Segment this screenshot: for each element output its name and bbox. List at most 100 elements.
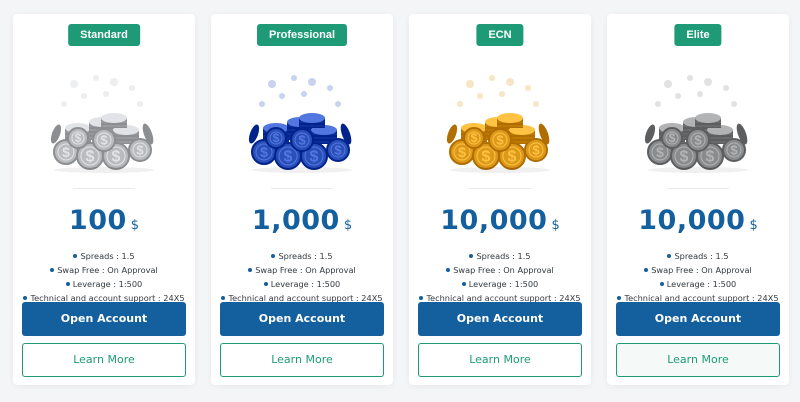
learn-more-button[interactable]: Learn More [616, 343, 780, 377]
price-currency: $ [130, 218, 140, 233]
feature-item: Leverage : 1:500 [607, 277, 789, 291]
coin-stack-icon: $ $ $ $ $ $ [242, 70, 362, 180]
coin-stack-icon: $ $ $ $ $ $ [44, 70, 164, 180]
feature-item: Leverage : 1:500 [211, 277, 393, 291]
price-amount: 100 [68, 205, 127, 236]
plan-badge: Professional [256, 24, 348, 46]
open-account-button[interactable]: Open Account [22, 302, 186, 336]
plan-badge: ECN [476, 24, 524, 46]
learn-more-button[interactable]: Learn More [418, 343, 582, 377]
feature-text: Spreads : 1.5 [278, 251, 333, 261]
svg-text:$: $ [62, 144, 70, 160]
plan-card-elite: Elite $ $ $ $ $ $ 10,000 $ Spreads : 1.5 Swap … [607, 14, 789, 385]
svg-text:$: $ [284, 148, 293, 165]
bullet-dot-icon [23, 296, 28, 300]
feature-list: Spreads : 1.5 Swap Free : On Approval Le… [13, 249, 195, 305]
plan-badge: Standard [68, 24, 140, 46]
bullet-dot-icon [248, 268, 253, 272]
svg-text:$: $ [508, 148, 517, 165]
svg-text:$: $ [112, 148, 121, 165]
svg-text:$: $ [273, 131, 280, 145]
feature-item: Swap Free : On Approval [13, 263, 195, 277]
svg-text:$: $ [694, 133, 702, 148]
plan-badge: Elite [674, 24, 722, 46]
bullet-dot-icon [73, 254, 78, 258]
svg-text:$: $ [136, 143, 144, 158]
pricing-page: Standard $ $ $ $ $ $ 100 $ Spreads : 1.5 Swap … [0, 0, 800, 402]
bullet-dot-icon [659, 282, 664, 286]
bullet-dot-icon [65, 282, 70, 286]
price-amount: 10,000 [440, 205, 548, 236]
svg-text:$: $ [680, 148, 689, 165]
divider [73, 188, 135, 189]
svg-text:$: $ [298, 133, 306, 148]
bullet-dot-icon [419, 296, 424, 300]
plan-card-standard: Standard $ $ $ $ $ $ 100 $ Spreads : 1.5 Swap … [13, 14, 195, 385]
plan-price: 10,000 $ [607, 204, 789, 243]
plan-price: 10,000 $ [409, 204, 591, 243]
svg-text:$: $ [532, 143, 540, 158]
bullet-dot-icon [461, 282, 466, 286]
feature-text: Leverage : 1:500 [666, 279, 737, 289]
feature-item: Spreads : 1.5 [607, 249, 789, 263]
bullet-dot-icon [221, 296, 226, 300]
learn-more-button[interactable]: Learn More [220, 343, 384, 377]
open-account-button[interactable]: Open Account [220, 302, 384, 336]
price-currency: $ [749, 218, 758, 233]
pricing-cards: Standard $ $ $ $ $ $ 100 $ Spreads : 1.5 Swap … [0, 0, 800, 402]
feature-item: Spreads : 1.5 [409, 249, 591, 263]
plan-card-ecn: ECN $ $ $ $ $ $ 10,000 $ Spreads : 1.5 Swap Fr… [409, 14, 591, 385]
feature-text: Leverage : 1:500 [468, 279, 539, 289]
open-account-button[interactable]: Open Account [418, 302, 582, 336]
svg-text:$: $ [656, 144, 664, 160]
bullet-dot-icon [644, 268, 649, 272]
svg-text:$: $ [496, 133, 504, 148]
svg-text:$: $ [458, 144, 466, 160]
divider [469, 188, 531, 189]
plan-price: 1,000 $ [211, 204, 393, 243]
svg-text:$: $ [100, 133, 108, 148]
svg-text:$: $ [86, 148, 95, 165]
svg-text:$: $ [482, 148, 491, 165]
coin-stack-icon: $ $ $ $ $ $ [440, 70, 560, 180]
coin-stack-icon: $ $ $ $ $ $ [638, 70, 758, 180]
plan-card-professional: Professional $ $ $ $ $ $ 1,000 $ Spreads : 1.5… [211, 14, 393, 385]
bullet-dot-icon [271, 254, 276, 258]
learn-more-button[interactable]: Learn More [22, 343, 186, 377]
feature-item: Swap Free : On Approval [607, 263, 789, 277]
bullet-dot-icon [263, 282, 268, 286]
feature-item: Swap Free : On Approval [211, 263, 393, 277]
feature-list: Spreads : 1.5 Swap Free : On Approval Le… [409, 249, 591, 305]
bullet-dot-icon [50, 268, 55, 272]
feature-text: Leverage : 1:500 [270, 279, 341, 289]
bullet-dot-icon [667, 254, 672, 258]
feature-text: Spreads : 1.5 [80, 251, 135, 261]
svg-text:$: $ [260, 144, 268, 160]
price-currency: $ [551, 218, 560, 233]
price-amount: 10,000 [638, 205, 746, 236]
feature-list: Spreads : 1.5 Swap Free : On Approval Le… [607, 249, 789, 305]
svg-text:$: $ [75, 131, 82, 145]
feature-text: Swap Free : On Approval [453, 265, 554, 275]
divider [271, 188, 333, 189]
divider [667, 188, 729, 189]
price-amount: 1,000 [251, 205, 340, 236]
feature-text: Spreads : 1.5 [674, 251, 729, 261]
feature-item: Leverage : 1:500 [13, 277, 195, 291]
feature-item: Spreads : 1.5 [13, 249, 195, 263]
feature-item: Spreads : 1.5 [211, 249, 393, 263]
feature-text: Swap Free : On Approval [255, 265, 356, 275]
svg-text:$: $ [310, 148, 319, 165]
price-currency: $ [343, 218, 353, 233]
svg-text:$: $ [706, 148, 715, 165]
svg-text:$: $ [334, 143, 342, 158]
plan-price: 100 $ [13, 204, 195, 243]
svg-text:$: $ [471, 131, 478, 145]
svg-text:$: $ [669, 131, 676, 145]
feature-item: Swap Free : On Approval [409, 263, 591, 277]
feature-text: Spreads : 1.5 [476, 251, 531, 261]
feature-list: Spreads : 1.5 Swap Free : On Approval Le… [211, 249, 393, 305]
open-account-button[interactable]: Open Account [616, 302, 780, 336]
svg-text:$: $ [730, 143, 738, 158]
feature-text: Leverage : 1:500 [72, 279, 143, 289]
